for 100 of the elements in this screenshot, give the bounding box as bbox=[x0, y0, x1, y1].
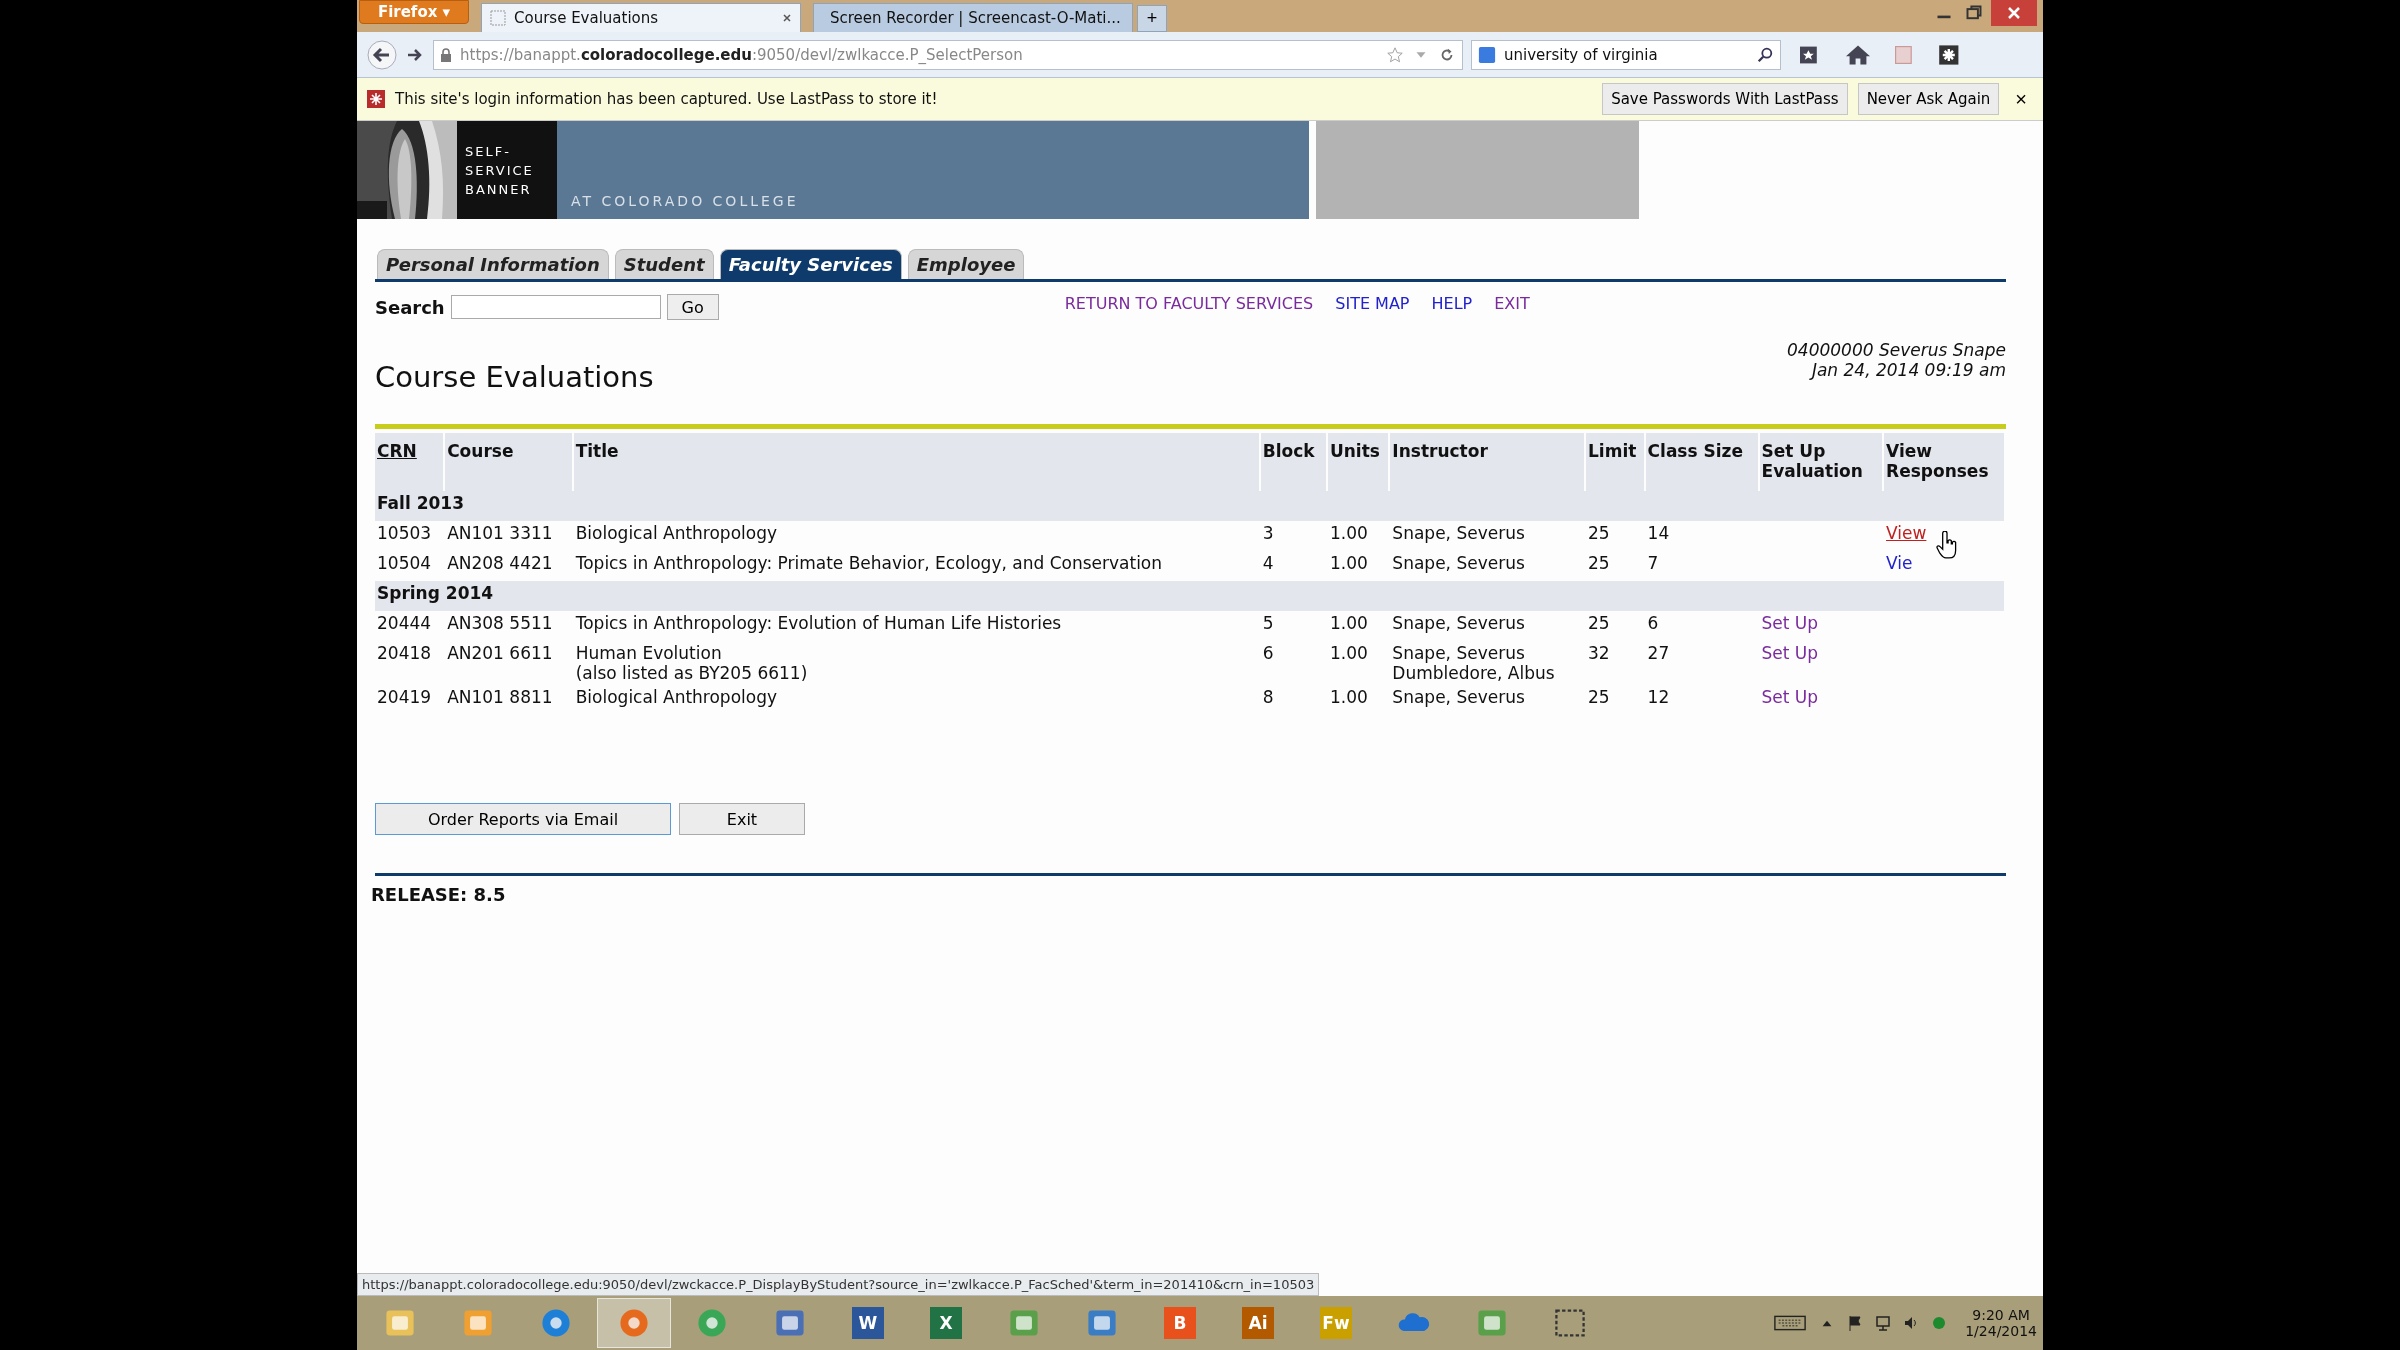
search-engine-icon bbox=[1478, 45, 1496, 64]
page-icon bbox=[490, 10, 506, 26]
close-icon[interactable] bbox=[1991, 0, 2037, 26]
lastpass-icon bbox=[367, 90, 385, 108]
view-link[interactable]: View bbox=[1886, 523, 1927, 543]
table-cell: 27 bbox=[1647, 643, 1670, 663]
star-icon[interactable] bbox=[1386, 45, 1404, 64]
date-time: Jan 24, 2014 09:19 am bbox=[1811, 360, 2006, 380]
column-header: Title bbox=[573, 433, 1259, 491]
table-cell: 1.00 bbox=[1329, 613, 1368, 633]
table-cell: Snape, Severus bbox=[1392, 553, 1525, 573]
column-header[interactable]: CRN bbox=[375, 433, 444, 491]
table-cell: 25 bbox=[1588, 553, 1610, 573]
release-label: RELEASE: 8.5 bbox=[371, 884, 507, 905]
clock-time[interactable]: 9:20 AM bbox=[1972, 1307, 2030, 1323]
table-cell: 6 bbox=[1262, 643, 1274, 663]
banner-tagline: AT COLORADO COLLEGE bbox=[571, 193, 799, 209]
set-up-link[interactable]: Set Up bbox=[1761, 613, 1819, 633]
menu-tab[interactable]: Faculty Services bbox=[719, 249, 902, 279]
menu-tab[interactable]: Student bbox=[614, 249, 714, 279]
nav-link[interactable]: HELP bbox=[1431, 294, 1473, 313]
nav-link[interactable]: EXIT bbox=[1494, 294, 1530, 313]
table-cell: 3 bbox=[1262, 523, 1274, 543]
logo-text: SELF- bbox=[465, 143, 512, 159]
table-cell: 1.00 bbox=[1329, 643, 1368, 663]
table-cell: 32 bbox=[1588, 643, 1610, 663]
table-cell: 7 bbox=[1647, 553, 1659, 573]
table-cell: Topics in Anthropology: Primate Behavior, Ecology, and Conservation bbox=[575, 553, 1163, 573]
table-cell: 8 bbox=[1262, 687, 1274, 707]
table-cell: AN201 6611 bbox=[447, 643, 553, 663]
logo-text: SERVICE bbox=[465, 162, 535, 178]
notification-button[interactable]: Save Passwords With LastPass bbox=[1602, 83, 1848, 115]
table-cell: AN308 5511 bbox=[447, 613, 553, 633]
browser-tab[interactable]: Screen Recorder | Screencast-O-Mati... bbox=[813, 3, 1133, 32]
clock-date[interactable]: 1/24/2014 bbox=[1965, 1323, 2037, 1339]
browser-tab[interactable]: Course Evaluations bbox=[481, 3, 801, 32]
taskbar-button[interactable] bbox=[597, 1298, 671, 1348]
address-bar[interactable]: https://banappt.coloradocollege.edu:9050/devl/zwlkacce.P_SelectPerson bbox=[433, 39, 1463, 70]
nav-link[interactable]: SITE MAP bbox=[1335, 294, 1410, 313]
table-cell: Human Evolution bbox=[575, 643, 722, 663]
table-cell: AN208 4421 bbox=[447, 553, 553, 573]
app-icon bbox=[539, 1306, 573, 1340]
tab-title: Screen Recorder | Screencast-O-Mati... bbox=[830, 9, 1121, 27]
nav-link[interactable]: RETURN TO FACULTY SERVICES bbox=[1064, 294, 1314, 313]
table-cell: 25 bbox=[1588, 523, 1610, 543]
table-cell: 6 bbox=[1647, 613, 1659, 633]
term-heading: Fall 2013 bbox=[375, 491, 2004, 521]
table-cell: 1.00 bbox=[1329, 687, 1368, 707]
status-url: https://banappt.coloradocollege.edu:9050/devl/zwckacce.P_DisplayByStudent?source_in='zwlkacce.P_FacSched'&term_in=201410&crn_in=10503 bbox=[357, 1273, 1320, 1296]
table-cell: 5 bbox=[1262, 613, 1274, 633]
back-icon[interactable] bbox=[367, 39, 397, 70]
table-cell: Snape, Severus bbox=[1392, 523, 1525, 543]
app-icon bbox=[617, 1306, 651, 1340]
user-name: 04000000 Severus Snape bbox=[1787, 340, 2006, 360]
table-cell: 10503 bbox=[377, 523, 432, 543]
set-up-link[interactable]: Set Up bbox=[1761, 643, 1819, 663]
lock-icon bbox=[440, 47, 452, 62]
search-field[interactable]: university of virginia bbox=[1471, 39, 1781, 70]
table-cell: 1.00 bbox=[1329, 523, 1368, 543]
column-header: Set Up Evaluation bbox=[1759, 433, 1883, 491]
new-tab-button[interactable]: + bbox=[1137, 5, 1167, 32]
table-cell: Topics in Anthropology: Evolution of Human Life Histories bbox=[575, 613, 1062, 633]
notification-message: This site's login information has been captured. Use LastPass to store it! bbox=[395, 90, 938, 108]
taskbar-button[interactable]: B bbox=[1143, 1298, 1217, 1348]
logo-text: BANNER bbox=[465, 181, 533, 197]
taskbar-button[interactable]: X bbox=[909, 1298, 983, 1348]
taskbar-button[interactable]: Ai bbox=[1221, 1298, 1295, 1348]
column-header: Class Size bbox=[1645, 433, 1758, 491]
table-cell: AN101 8811 bbox=[447, 687, 553, 707]
column-header: Instructor bbox=[1390, 433, 1585, 491]
table-cell: Biological Anthropology bbox=[575, 687, 778, 707]
search-icon[interactable] bbox=[1756, 45, 1774, 64]
table-cell: Snape, Severus bbox=[1392, 643, 1525, 663]
view-link[interactable]: Vie bbox=[1886, 553, 1913, 573]
search-field[interactable] bbox=[450, 295, 661, 319]
column-header: View Responses bbox=[1884, 433, 2004, 491]
table-cell: 25 bbox=[1588, 613, 1610, 633]
set-up-link[interactable]: Set Up bbox=[1761, 687, 1819, 707]
table-cell: Biological Anthropology bbox=[575, 523, 778, 543]
table-cell: 1.00 bbox=[1329, 553, 1368, 573]
form-button[interactable]: Order Reports via Email bbox=[375, 803, 671, 835]
go-button[interactable]: Go bbox=[666, 294, 719, 320]
menu-tab[interactable]: Personal Information bbox=[377, 249, 609, 279]
tab-title: Course Evaluations bbox=[514, 9, 660, 27]
app-icon bbox=[695, 1306, 729, 1340]
term-heading: Spring 2014 bbox=[375, 581, 2004, 611]
table-cell: 20418 bbox=[377, 643, 432, 663]
taskbar-button[interactable]: W bbox=[831, 1298, 905, 1348]
table-cell: 20419 bbox=[377, 687, 432, 707]
page-title: Course Evaluations bbox=[375, 360, 654, 394]
column-header: Limit bbox=[1586, 433, 1644, 491]
close-button[interactable]: × bbox=[2009, 87, 2033, 111]
table-cell: 4 bbox=[1262, 553, 1274, 573]
table-cell: Snape, Severus bbox=[1392, 613, 1525, 633]
menu-tab[interactable]: Employee bbox=[907, 249, 1025, 279]
close-icon[interactable] bbox=[782, 13, 792, 23]
form-button[interactable]: Exit bbox=[679, 803, 805, 835]
column-header: Block bbox=[1260, 433, 1326, 491]
table-cell: 14 bbox=[1647, 523, 1670, 543]
notification-button[interactable]: Never Ask Again bbox=[1857, 83, 2000, 115]
